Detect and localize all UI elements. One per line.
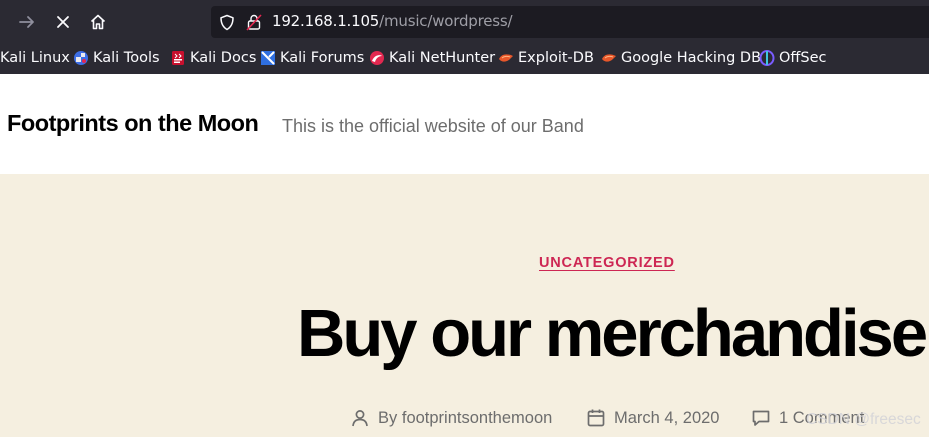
- site-description: This is the official website of our Band: [282, 116, 584, 136]
- bookmark-kali-docs[interactable]: Kali Docs: [170, 48, 256, 68]
- bookmark-label: Kali Tools: [93, 50, 160, 66]
- bookmark-label: Exploit-DB: [518, 50, 594, 66]
- author-prefix: By: [378, 408, 398, 427]
- close-icon: [57, 16, 69, 28]
- bookmark-exploit-db[interactable]: Exploit-DB: [498, 48, 594, 68]
- home-icon: [90, 14, 106, 30]
- bookmark-kali-nethunter[interactable]: Kali NetHunter: [369, 48, 495, 68]
- forward-button[interactable]: [14, 9, 40, 35]
- kali-nethunter-icon: [370, 51, 384, 65]
- browser-toolbar: 192.168.1.105/music/wordpress/: [0, 0, 929, 42]
- bookmark-offsec[interactable]: OffSec: [759, 48, 827, 68]
- bookmark-label: Kali Linux: [0, 50, 70, 66]
- post-title-link[interactable]: Buy our merchandise: [297, 300, 928, 367]
- watermark-text: CSDN @freesec: [806, 411, 921, 428]
- post-category-link[interactable]: UNCATEGORIZED: [539, 255, 675, 271]
- address-bar[interactable]: 192.168.1.105/music/wordpress/: [211, 6, 929, 38]
- insecure-lock-icon[interactable]: [245, 13, 263, 31]
- bookmark-label: Kali Docs: [190, 50, 257, 66]
- post-date-link[interactable]: March 4, 2020: [614, 409, 719, 428]
- kali-tools-icon: [74, 51, 88, 65]
- comment-icon: [752, 410, 770, 426]
- url-host: 192.168.1.105: [272, 12, 380, 30]
- bookmark-kali-linux[interactable]: Kali Linux: [0, 48, 70, 68]
- post-date-meta: March 4, 2020: [586, 408, 719, 428]
- offsec-icon: [759, 50, 775, 66]
- kali-docs-icon: [172, 51, 184, 65]
- stop-loading-button[interactable]: [50, 9, 76, 35]
- bookmark-label: Kali Forums: [280, 50, 365, 66]
- bookmark-google-hacking-db[interactable]: Google Hacking DB: [601, 48, 761, 68]
- shield-icon[interactable]: [218, 13, 236, 31]
- kali-forums-icon: [261, 51, 275, 65]
- url-path: /music/wordpress/: [379, 12, 513, 30]
- post-author-meta: By footprintsonthemoon: [350, 408, 552, 428]
- bookmark-kali-forums[interactable]: Kali Forums: [260, 48, 364, 68]
- exploit-db-icon: [499, 54, 513, 62]
- site-header: Footprints on the Moon This is the offic…: [0, 74, 929, 174]
- site-title-link[interactable]: Footprints on the Moon: [7, 110, 259, 137]
- arrow-right-icon: [19, 16, 34, 28]
- calendar-icon: [587, 409, 605, 427]
- bookmark-kali-tools[interactable]: Kali Tools: [73, 48, 160, 68]
- post-author-link[interactable]: footprintsonthemoon: [402, 409, 552, 428]
- home-button[interactable]: [85, 9, 111, 35]
- url-text[interactable]: 192.168.1.105/music/wordpress/: [272, 12, 513, 30]
- bookmark-label: Kali NetHunter: [389, 50, 496, 66]
- google-hacking-db-icon: [602, 54, 616, 62]
- bookmark-label: OffSec: [779, 50, 827, 66]
- user-icon: [352, 410, 368, 427]
- bookmark-label: Google Hacking DB: [621, 50, 762, 66]
- bookmarks-toolbar: Kali Linux Kali Tools Kali Docs Kali For…: [0, 42, 929, 74]
